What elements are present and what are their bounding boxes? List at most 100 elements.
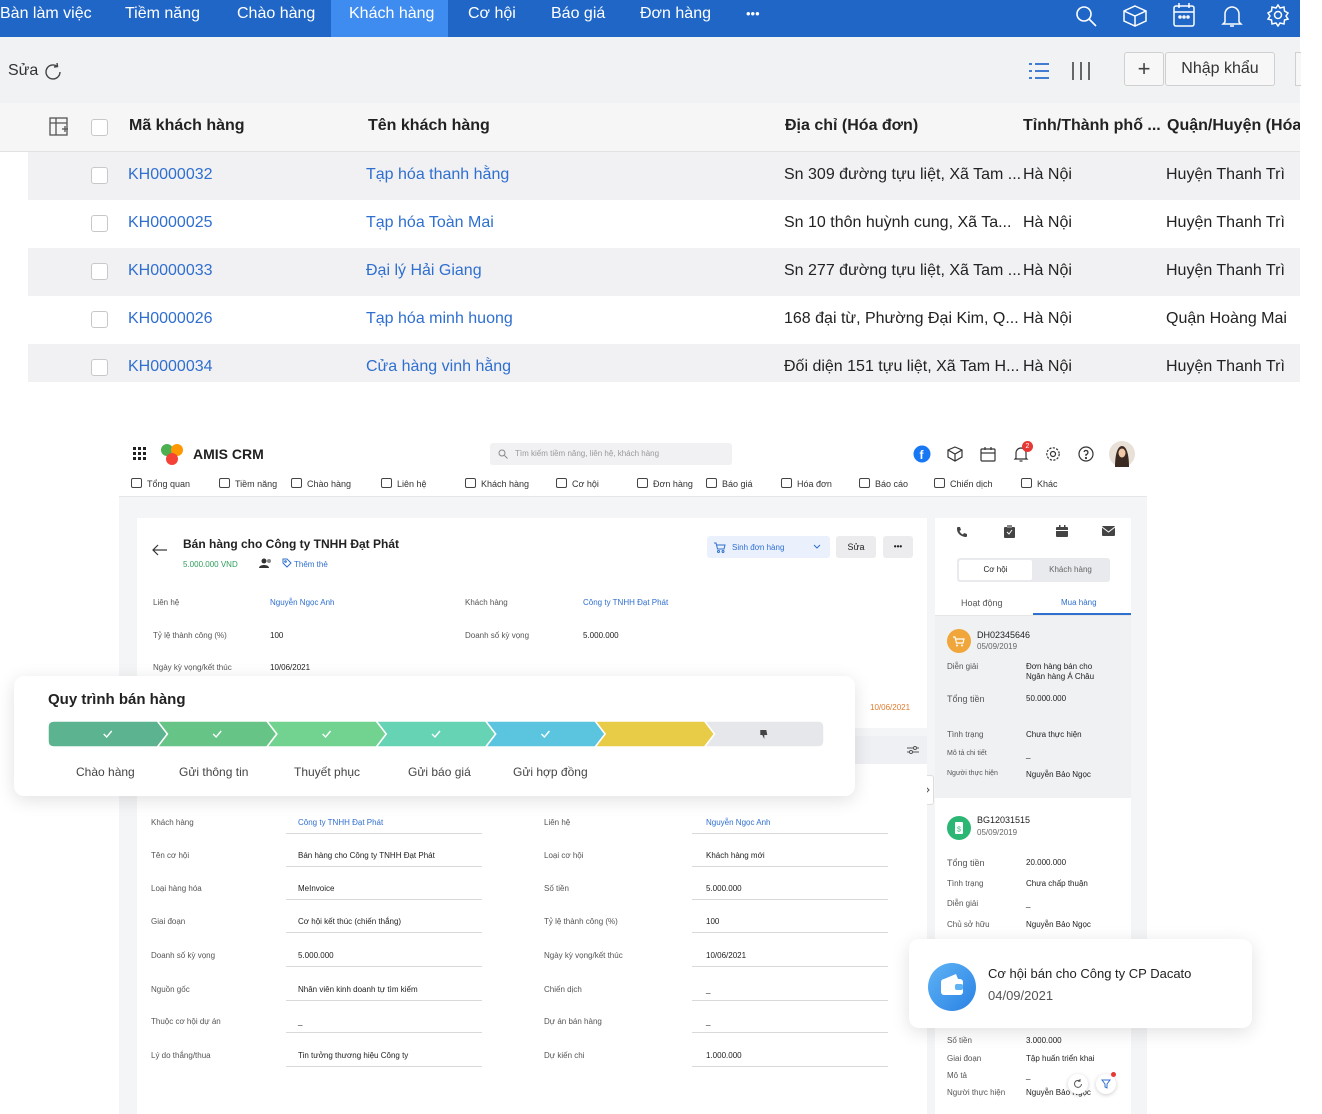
crm-nav-item-customer[interactable]: Khách hàng — [465, 478, 529, 489]
contacts-icon[interactable] — [258, 558, 274, 568]
customer-name-link[interactable]: Cửa hàng vinh hằng — [366, 358, 511, 376]
col-header-address[interactable]: Địa chỉ (Hóa đơn) — [785, 117, 918, 135]
edit-button[interactable]: Sửa — [836, 536, 876, 558]
detail-value[interactable]: _ — [298, 1017, 302, 1026]
detail-value[interactable]: 100 — [706, 917, 719, 926]
column-view-icon[interactable] — [1070, 61, 1092, 81]
nav-item-leads[interactable]: Tiềm năng — [125, 0, 200, 37]
nav-item-quotes[interactable]: Báo giá — [551, 0, 605, 37]
refresh-icon[interactable] — [44, 63, 64, 81]
crm-nav-item-home[interactable]: Tổng quan — [131, 478, 190, 489]
mail-icon[interactable] — [1102, 526, 1115, 536]
process-stage-segment[interactable] — [48, 721, 169, 747]
crm-nav-item-quote[interactable]: Báo giá — [706, 478, 753, 489]
table-row[interactable]: KH0000033 Đại lý Hải Giang Sn 277 đường tự… — [28, 248, 1300, 296]
detail-value[interactable]: Nguyễn Ngọc Anh — [706, 818, 771, 827]
col-header-name[interactable]: Tên khách hàng — [368, 117, 490, 135]
calendar-icon[interactable] — [1172, 2, 1196, 28]
side-tab-opportunity[interactable]: Cơ hội — [959, 560, 1032, 580]
summary-customer-link[interactable]: Công ty TNHH Đạt Phát — [583, 598, 668, 607]
process-stage-label[interactable]: Gửi thông tin — [179, 765, 248, 779]
nav-item-orders[interactable]: Đơn hàng — [640, 0, 711, 37]
row-checkbox[interactable] — [91, 263, 108, 280]
crm-nav-item-cart[interactable]: Đơn hàng — [637, 478, 693, 489]
table-row[interactable]: KH0000026 Tạp hóa minh huong 168 đại từ, P… — [28, 296, 1300, 344]
table-row[interactable]: KH0000025 Tạp hóa Toàn Mai Sn 10 thôn huỳn… — [28, 200, 1300, 248]
filter-icon[interactable] — [1096, 1074, 1116, 1094]
opportunity-toast[interactable]: Cơ hội bán cho Công ty CP Dacato 04/09/2… — [909, 939, 1252, 1028]
nav-item-more[interactable]: ••• — [746, 0, 760, 37]
create-order-button[interactable]: Sinh đơn hàng — [707, 536, 830, 558]
row-checkbox[interactable] — [91, 215, 108, 232]
detail-value[interactable]: _ — [706, 1017, 710, 1026]
process-stage-label[interactable]: Gửi báo giá — [408, 765, 471, 779]
order-item-card[interactable]: DH02345646 05/09/2019 Diễn giải Đơn hàng… — [935, 616, 1131, 798]
global-search-input[interactable]: Tìm kiếm tiềm năng, liên hệ, khách hàng — [490, 443, 732, 465]
table-row[interactable]: KH0000032 Tạp hóa thanh hằng Sn 309 đường … — [28, 152, 1300, 200]
refresh-icon[interactable] — [1068, 1074, 1088, 1094]
help-icon[interactable] — [1078, 446, 1094, 462]
customer-code-link[interactable]: KH0000033 — [128, 262, 213, 280]
side-tab-customer[interactable]: Khách hàng — [1033, 560, 1108, 580]
detail-value[interactable]: 5.000.000 — [298, 951, 334, 960]
crm-nav-item-contact[interactable]: Liên hệ — [381, 478, 427, 489]
nav-item-opportunities[interactable]: Cơ hội — [468, 0, 516, 37]
process-stage-label[interactable]: Gửi hợp đồng — [513, 765, 588, 779]
crm-nav-item-menu[interactable]: Khác — [1021, 478, 1058, 489]
add-tag-link[interactable]: Thêm thẻ — [294, 560, 328, 569]
nav-item-offers[interactable]: Chào hàng — [237, 0, 315, 37]
detail-value[interactable]: 5.000.000 — [706, 884, 742, 893]
table-settings-icon[interactable] — [49, 117, 69, 137]
facebook-icon[interactable]: f — [913, 445, 931, 463]
row-checkbox[interactable] — [91, 359, 108, 376]
app-grid-icon[interactable] — [133, 447, 146, 460]
process-stage-label[interactable]: Thuyết phục — [294, 765, 360, 779]
more-actions-button[interactable]: ••• — [883, 536, 913, 558]
subtab-activity[interactable]: Hoạt động — [961, 598, 1003, 608]
detail-value[interactable]: Nhân viên kinh doanh tự tìm kiếm — [298, 985, 418, 994]
crm-nav-item-lead[interactable]: Tiềm năng — [219, 478, 277, 489]
crm-nav-item-invoice[interactable]: Hóa đơn — [781, 478, 832, 489]
customer-name-link[interactable]: Tạp hóa thanh hằng — [366, 166, 509, 184]
bell-icon[interactable] — [1220, 3, 1244, 29]
search-icon[interactable] — [1074, 4, 1098, 28]
back-arrow-icon[interactable] — [152, 544, 168, 556]
add-button[interactable]: + — [1124, 52, 1164, 86]
crm-nav-item-report[interactable]: Báo cáo — [859, 478, 908, 489]
customer-code-link[interactable]: KH0000034 — [128, 358, 213, 376]
table-row[interactable]: KH0000034 Cửa hàng vinh hằng Đối diện 151 … — [28, 344, 1300, 382]
calendar-icon[interactable] — [1056, 525, 1068, 537]
crm-nav-item-opportunity[interactable]: Cơ hội — [556, 478, 599, 489]
task-clipboard-icon[interactable] — [1004, 525, 1015, 538]
more-button[interactable] — [1295, 52, 1301, 86]
process-stage-segment[interactable] — [375, 721, 497, 747]
select-all-checkbox[interactable] — [91, 119, 108, 136]
detail-value[interactable]: Bán hàng cho Công ty TNHH Đạt Phát — [298, 851, 435, 860]
detail-value[interactable]: MeInvoice — [298, 884, 334, 893]
customer-code-link[interactable]: KH0000025 — [128, 214, 213, 232]
detail-value[interactable]: 1.000.000 — [706, 1051, 742, 1060]
col-header-code[interactable]: Mã khách hàng — [129, 117, 245, 135]
row-checkbox[interactable] — [91, 311, 108, 328]
settings-gear-icon[interactable] — [1266, 3, 1290, 27]
customer-code-link[interactable]: KH0000026 — [128, 310, 213, 328]
phone-icon[interactable] — [956, 526, 968, 538]
process-stage-segment[interactable] — [156, 721, 278, 747]
calendar-icon[interactable] — [980, 446, 996, 462]
col-header-district[interactable]: Quận/Huyện (Hóa đ — [1167, 117, 1300, 135]
col-header-city[interactable]: Tỉnh/Thành phố ... — [1023, 117, 1161, 135]
customer-code-link[interactable]: KH0000032 — [128, 166, 213, 184]
product-box-icon[interactable] — [947, 446, 963, 462]
filter-settings-icon[interactable] — [907, 745, 919, 755]
settings-gear-icon[interactable] — [1045, 446, 1061, 462]
process-stage-segment[interactable] — [265, 721, 388, 747]
crm-nav-item-offer[interactable]: Chào hàng — [291, 478, 351, 489]
detail-value[interactable]: Khách hàng mới — [706, 851, 765, 860]
list-view-icon[interactable] — [1028, 61, 1050, 81]
row-checkbox[interactable] — [91, 167, 108, 184]
customer-name-link[interactable]: Đại lý Hải Giang — [366, 262, 482, 280]
detail-value[interactable]: Cơ hội kết thúc (chiến thắng) — [298, 917, 401, 926]
process-stage-segment[interactable] — [594, 721, 716, 747]
crm-nav-item-campaign[interactable]: Chiến dịch — [934, 478, 993, 489]
nav-item-customers[interactable]: Khách hàng — [331, 0, 448, 37]
